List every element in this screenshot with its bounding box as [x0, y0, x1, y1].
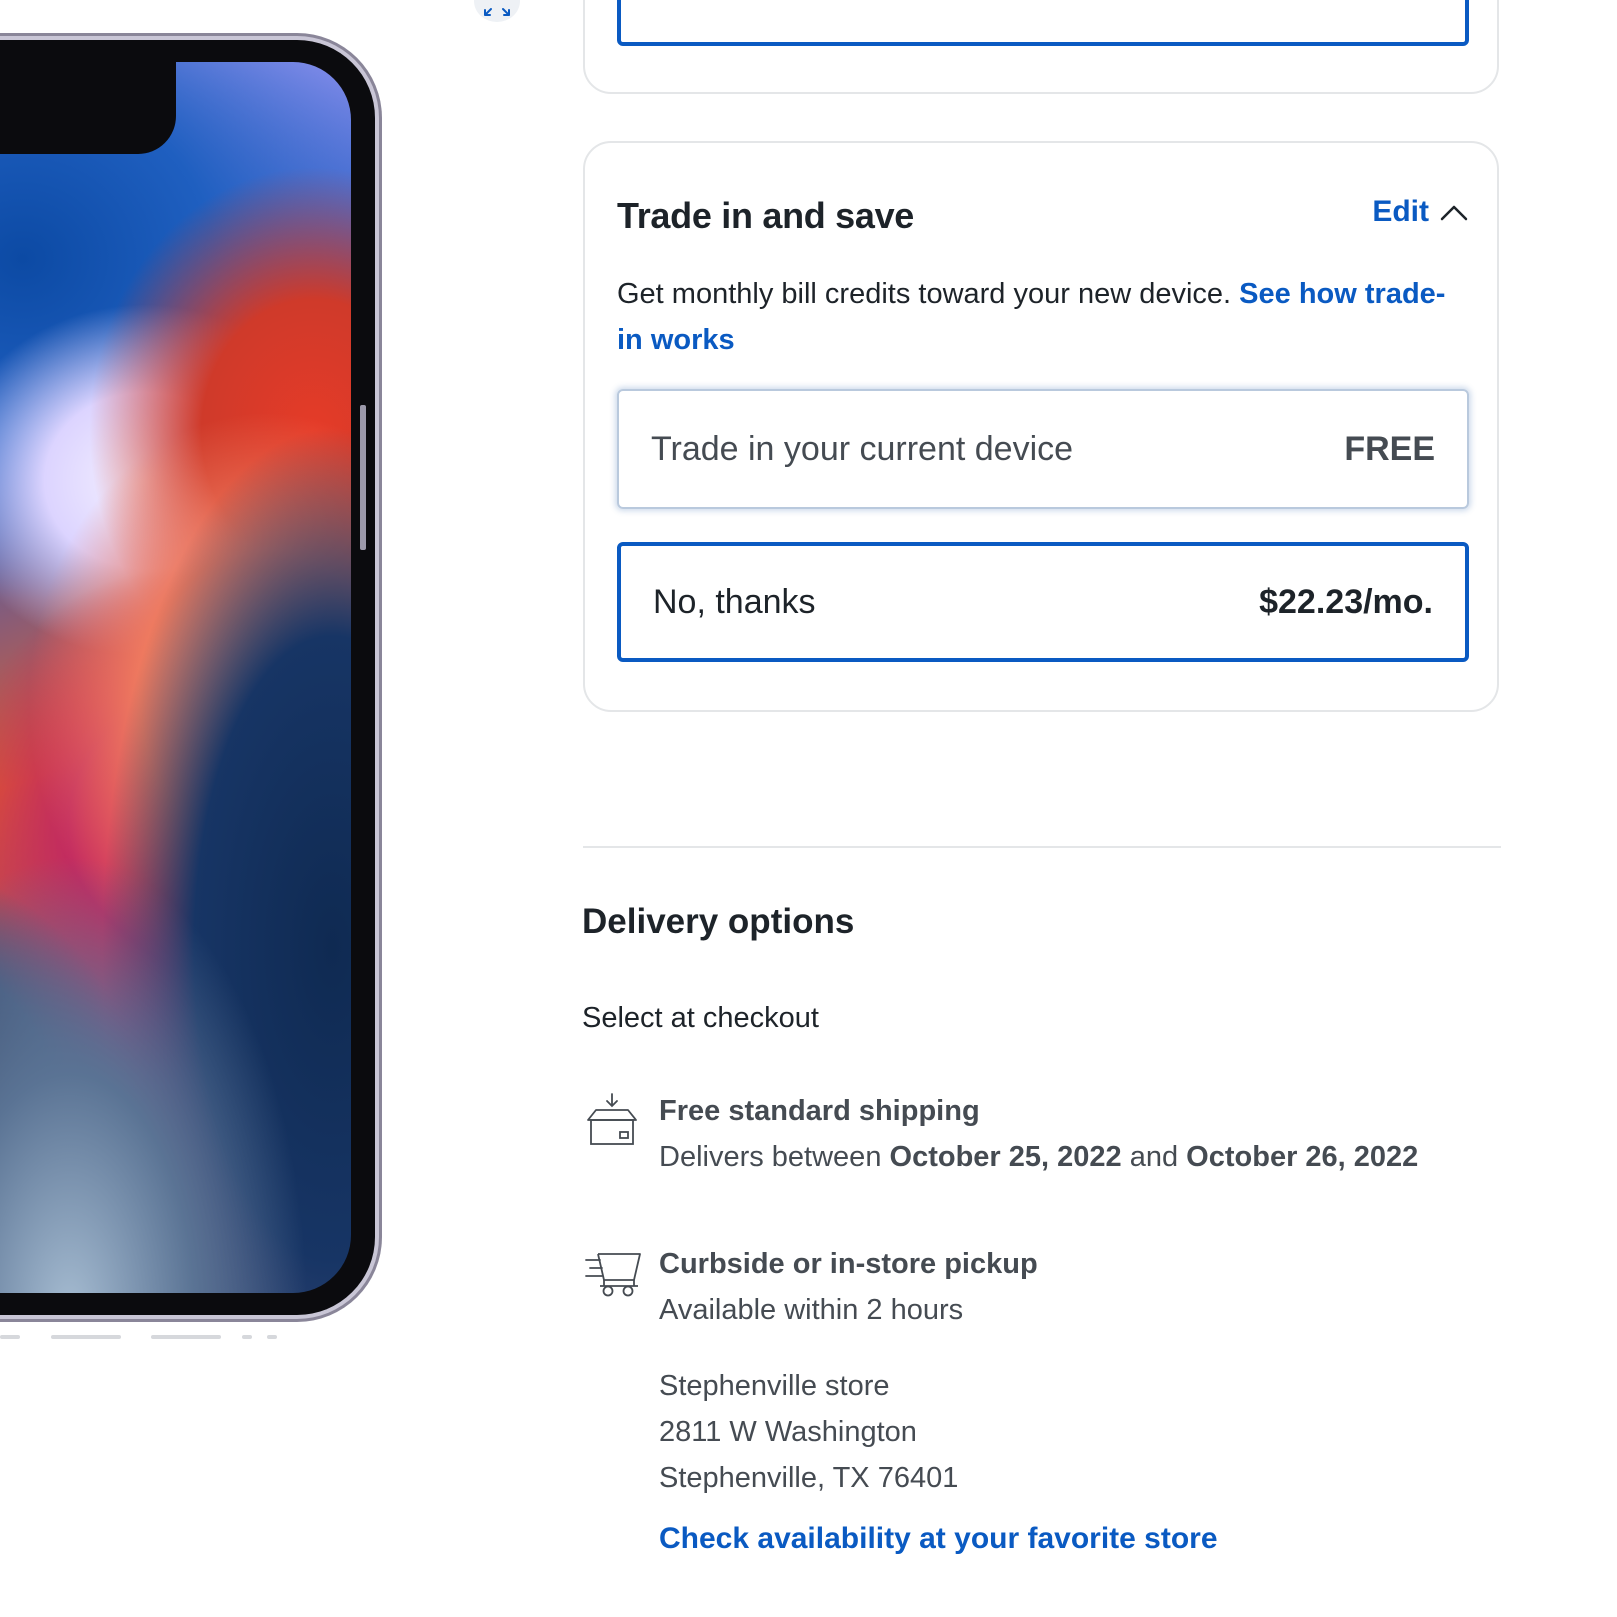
phone-device [0, 40, 375, 1315]
edit-trade-in-button[interactable]: Edit [1372, 195, 1469, 229]
product-image [0, 0, 560, 1617]
option-label: No, thanks [653, 582, 816, 621]
delivery-note: Select at checkout [582, 1002, 819, 1034]
option-price: FREE [1344, 429, 1435, 468]
pickup-title: Curbside or in-store pickup [659, 1248, 1038, 1280]
gallery-indicator[interactable] [51, 1335, 121, 1339]
store-name: Stephenville store [659, 1370, 890, 1402]
trade-in-description-text: Get monthly bill credits toward your new… [617, 278, 1232, 310]
trade-in-device-option[interactable]: Trade in your current device FREE [617, 389, 1469, 509]
shipping-dates-and: and [1129, 1141, 1179, 1173]
shipping-box-icon [587, 1093, 637, 1145]
chevron-up-icon [1440, 205, 1468, 221]
expand-image-button[interactable] [474, 0, 520, 22]
section-divider [583, 846, 1501, 848]
free-shipping-title: Free standard shipping [659, 1095, 980, 1127]
option-label: Trade in your current device [651, 429, 1074, 468]
shipping-dates: Delivers between October 25, 2022 and Oc… [659, 1141, 1418, 1174]
shipping-date-end: October 26, 2022 [1186, 1141, 1419, 1173]
phone-screen-wallpaper [0, 62, 351, 1293]
phone-side-button [360, 405, 366, 550]
gallery-indicator[interactable] [0, 1335, 20, 1339]
trade-in-card: Trade in and save Edit Get monthly bill … [583, 141, 1499, 712]
gallery-indicator[interactable] [151, 1335, 221, 1339]
check-availability-link[interactable]: Check availability at your favorite stor… [659, 1522, 1218, 1556]
delivery-options-title: Delivery options [582, 902, 855, 941]
no-thanks-option[interactable]: No, thanks $22.23/mo. [617, 542, 1469, 662]
edit-label: Edit [1372, 195, 1429, 228]
pickup-availability: Available within 2 hours [659, 1294, 964, 1326]
store-city: Stephenville, TX 76401 [659, 1462, 959, 1494]
shipping-date-start: October 25, 2022 [889, 1141, 1122, 1173]
previous-selected-option[interactable] [617, 0, 1469, 46]
store-street: 2811 W Washington [659, 1416, 917, 1448]
trade-in-description: Get monthly bill credits toward your new… [617, 271, 1467, 363]
gallery-indicator[interactable] [267, 1335, 277, 1339]
phone-notch [0, 62, 176, 154]
previous-option-card [583, 0, 1499, 94]
pickup-cart-icon [585, 1253, 641, 1297]
expand-arrows-icon [484, 8, 510, 16]
option-price: $22.23/mo. [1259, 582, 1433, 621]
trade-in-title: Trade in and save [617, 195, 915, 236]
gallery-indicator[interactable] [242, 1335, 252, 1339]
shipping-dates-prefix: Delivers between [659, 1141, 882, 1173]
